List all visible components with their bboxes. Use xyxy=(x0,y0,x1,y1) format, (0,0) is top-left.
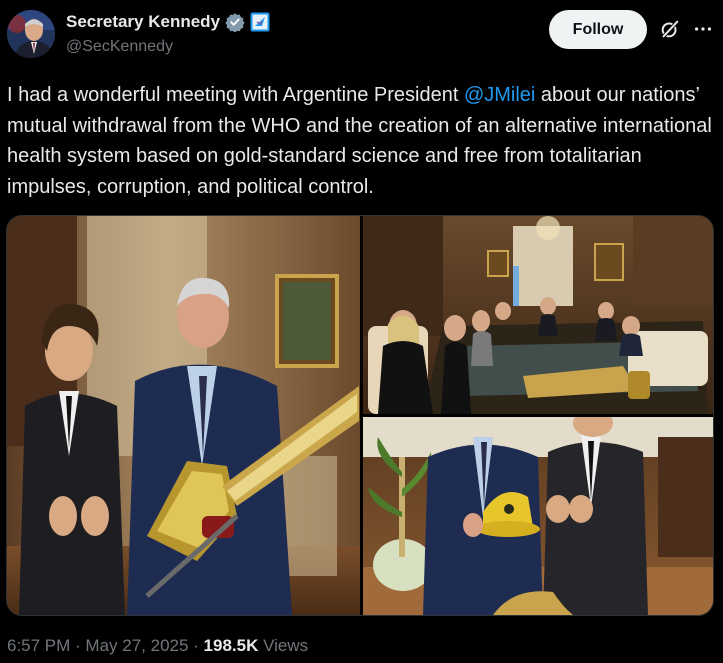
media-grid xyxy=(6,215,714,616)
photo-meeting-table[interactable] xyxy=(363,216,713,414)
photo-yellow-cap[interactable] xyxy=(363,417,713,615)
author-name-row: Secretary Kennedy xyxy=(66,12,270,32)
tweet-footer: 6:57 PM · May 27, 2025 · 198.5K Views xyxy=(7,636,308,656)
tweet-text: I had a wonderful meeting with Argentine… xyxy=(7,80,712,202)
tweet-header: Secretary Kennedy @SecKennedy Follow xyxy=(0,0,723,70)
photo-chainsaw[interactable] xyxy=(7,216,360,615)
views-count: 198.5K xyxy=(203,636,259,655)
views-label: Views xyxy=(258,636,309,655)
tweet-text-before: I had a wonderful meeting with Argentine… xyxy=(7,84,464,106)
avatar[interactable] xyxy=(7,10,55,58)
author-handle[interactable]: @SecKennedy xyxy=(66,38,173,56)
government-affiliation-icon xyxy=(250,12,270,32)
verified-badge-icon xyxy=(225,13,245,32)
footer-separator: · xyxy=(70,636,86,655)
follow-button[interactable]: Follow xyxy=(549,10,647,49)
more-options-icon[interactable] xyxy=(692,18,714,40)
footer-separator: · xyxy=(188,636,204,655)
author-name[interactable]: Secretary Kennedy xyxy=(66,12,220,32)
tweet-time[interactable]: 6:57 PM xyxy=(7,636,70,655)
grok-icon[interactable] xyxy=(659,18,681,40)
tweet-date[interactable]: May 27, 2025 xyxy=(85,636,188,655)
mention-link[interactable]: @JMilei xyxy=(464,84,535,106)
avatar-image xyxy=(7,10,55,58)
